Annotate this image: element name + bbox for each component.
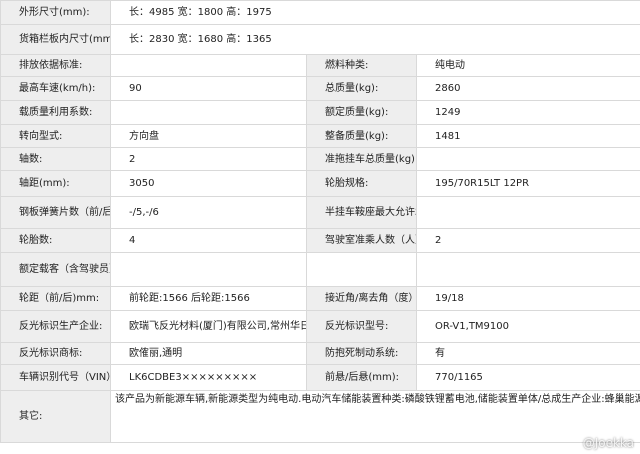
- value-other: 该产品为新能源车辆,新能源类型为纯电动.电动汽车储能装置种类:磷酸铁锂蓄电池,储…: [110, 390, 640, 443]
- label-tire-spec: 轮胎规格:: [306, 170, 417, 197]
- value-wheelbase: 3050: [110, 170, 307, 197]
- value-reflector-brand: 欧傕丽,通明: [110, 342, 307, 365]
- value-track: 前轮距:1566 后轮距:1566: [110, 286, 307, 311]
- label-steering: 转向型式:: [0, 124, 111, 148]
- label-passenger-capacity: 额定载客（含驾驶员）（座位数）:: [0, 252, 111, 287]
- value-tire-count: 4: [110, 228, 307, 253]
- label-load-factor: 载质量利用系数:: [0, 100, 111, 125]
- value-steering: 方向盘: [110, 124, 307, 148]
- value-vin: LK6CDBE3×××××××××: [110, 364, 307, 391]
- value-overhang: 770/1165: [416, 364, 640, 391]
- value-reflector-model: OR-V1,TM9100: [416, 310, 640, 343]
- row-springs: 钢板弹簧片数（前/后）: -/5,-/6 半挂车鞍座最大允许承载质量(kg):: [0, 196, 640, 229]
- value-tire-spec: 195/70R15LT 12PR: [416, 170, 640, 197]
- label-vin: 车辆识别代号（VIN）:: [0, 364, 111, 391]
- value-axles: 2: [110, 147, 307, 171]
- value-abs: 有: [416, 342, 640, 365]
- value-load-factor: [110, 100, 307, 125]
- row-load-factor: 载质量利用系数: 额定质量(kg): 1249: [0, 100, 640, 125]
- value-empty: [416, 252, 640, 287]
- value-approach-angle: 19/18: [416, 286, 640, 311]
- value-trailer-mass: [416, 147, 640, 171]
- label-track: 轮距（前/后)mm:: [0, 286, 111, 311]
- value-fuel-type: 纯电动: [416, 54, 640, 77]
- label-reflector-model: 反光标识型号:: [306, 310, 417, 343]
- value-rated-mass: 1249: [416, 100, 640, 125]
- row-axles: 轴数: 2 准拖挂车总质量(kg):: [0, 147, 640, 171]
- vehicle-spec-table: 外形尺寸(mm): 长：4985 宽：1800 高：1975 货箱栏板内尺寸(m…: [0, 0, 640, 443]
- value-dimensions: 长：4985 宽：1800 高：1975: [110, 0, 640, 25]
- row-track: 轮距（前/后)mm: 前轮距:1566 后轮距:1566 接近角/离去角（度）:…: [0, 286, 640, 311]
- label-axles: 轴数:: [0, 147, 111, 171]
- row-cargo-box: 货箱栏板内尺寸(mm): 长：2830 宽：1680 高：1365: [0, 24, 640, 55]
- value-springs: -/5,-/6: [110, 196, 307, 229]
- value-gross-mass: 2860: [416, 76, 640, 101]
- row-reflector-brand: 反光标识商标: 欧傕丽,通明 防抱死制动系统: 有: [0, 342, 640, 365]
- label-rated-mass: 额定质量(kg):: [306, 100, 417, 125]
- row-reflector-maker: 反光标识生产企业: 欧瑞飞反光材料(厦门)有限公司,常州华日升反光材料有限公司 …: [0, 310, 640, 343]
- label-dimensions: 外形尺寸(mm):: [0, 0, 111, 25]
- row-vin: 车辆识别代号（VIN）: LK6CDBE3××××××××× 前悬/后悬(mm)…: [0, 364, 640, 391]
- label-abs: 防抱死制动系统:: [306, 342, 417, 365]
- value-emission: [110, 54, 307, 77]
- value-max-speed: 90: [110, 76, 307, 101]
- label-cargo-box: 货箱栏板内尺寸(mm):: [0, 24, 111, 55]
- label-saddle-load: 半挂车鞍座最大允许承载质量(kg):: [306, 196, 417, 229]
- label-other: 其它:: [0, 390, 111, 443]
- label-tire-count: 轮胎数:: [0, 228, 111, 253]
- label-fuel-type: 燃料种类:: [306, 54, 417, 77]
- row-wheelbase: 轴距(mm): 3050 轮胎规格: 195/70R15LT 12PR: [0, 170, 640, 197]
- value-cargo-box: 长：2830 宽：1680 高：1365: [110, 24, 640, 55]
- label-empty: [306, 252, 417, 287]
- label-trailer-mass: 准拖挂车总质量(kg):: [306, 147, 417, 171]
- label-emission: 排放依据标准:: [0, 54, 111, 77]
- row-passenger-capacity: 额定载客（含驾驶员）（座位数）:: [0, 252, 640, 287]
- value-reflector-maker: 欧瑞飞反光材料(厦门)有限公司,常州华日升反光材料有限公司: [110, 310, 307, 343]
- label-reflector-brand: 反光标识商标:: [0, 342, 111, 365]
- label-approach-angle: 接近角/离去角（度）:: [306, 286, 417, 311]
- label-springs: 钢板弹簧片数（前/后）:: [0, 196, 111, 229]
- row-tire-count: 轮胎数: 4 驾驶室准乘人数（人）: 2: [0, 228, 640, 253]
- label-cab-seats: 驾驶室准乘人数（人）:: [306, 228, 417, 253]
- label-overhang: 前悬/后悬(mm):: [306, 364, 417, 391]
- value-cab-seats: 2: [416, 228, 640, 253]
- label-max-speed: 最高车速(km/h):: [0, 76, 111, 101]
- label-gross-mass: 总质量(kg):: [306, 76, 417, 101]
- watermark: @Joekka: [582, 436, 634, 450]
- label-wheelbase: 轴距(mm):: [0, 170, 111, 197]
- row-max-speed: 最高车速(km/h): 90 总质量(kg): 2860: [0, 76, 640, 101]
- row-dimensions: 外形尺寸(mm): 长：4985 宽：1800 高：1975: [0, 0, 640, 25]
- label-curb-mass: 整备质量(kg):: [306, 124, 417, 148]
- label-reflector-maker: 反光标识生产企业:: [0, 310, 111, 343]
- value-saddle-load: [416, 196, 640, 229]
- row-steering: 转向型式: 方向盘 整备质量(kg): 1481: [0, 124, 640, 148]
- value-curb-mass: 1481: [416, 124, 640, 148]
- row-emission: 排放依据标准: 燃料种类: 纯电动: [0, 54, 640, 77]
- value-passenger-capacity: [110, 252, 307, 287]
- row-other: 其它: 该产品为新能源车辆,新能源类型为纯电动.电动汽车储能装置种类:磷酸铁锂蓄…: [0, 390, 640, 443]
